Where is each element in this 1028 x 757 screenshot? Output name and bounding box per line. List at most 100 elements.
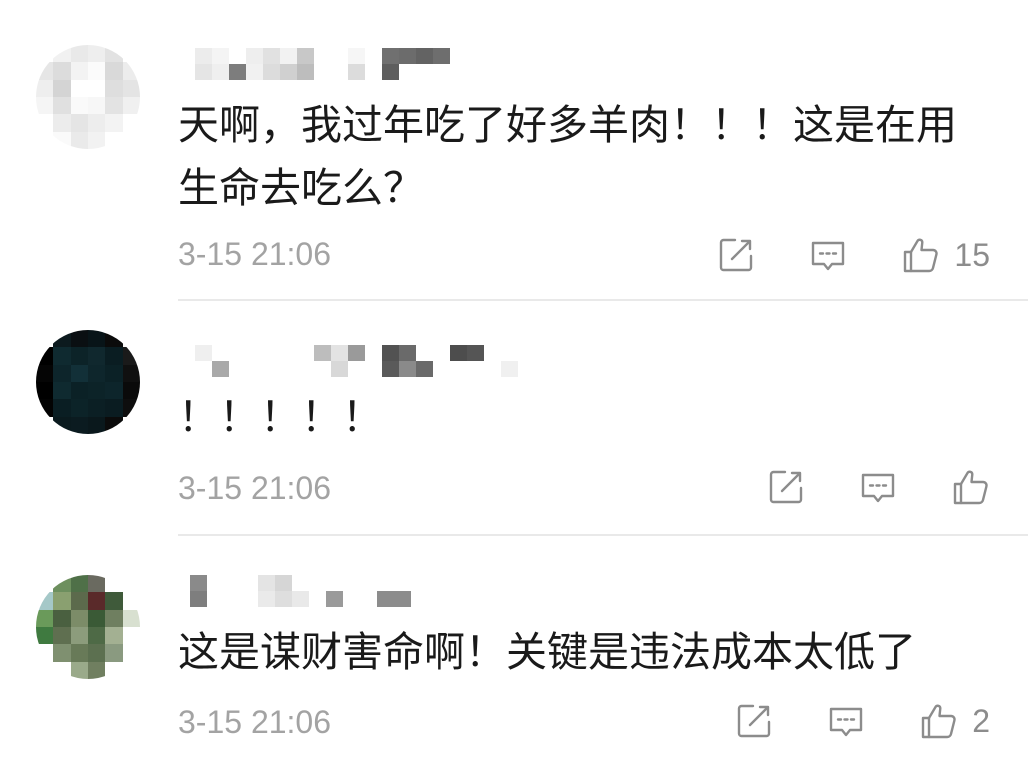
reply-button[interactable]: [808, 235, 848, 275]
mosaic-cell: [195, 48, 212, 64]
mosaic-cell: [87, 592, 106, 610]
comment-item: 这是谋财害命啊！关键是违法成本太低了 3-15 21:06 2: [0, 530, 1028, 750]
mosaic-cell: [212, 48, 229, 64]
username[interactable]: [190, 575, 428, 607]
mosaic-cell: [343, 591, 360, 607]
comment-text: ！！！！！: [178, 394, 383, 440]
timestamp: 3-15 21:06: [178, 236, 332, 272]
mosaic-cell: [195, 361, 212, 377]
mosaic-cell: [501, 345, 518, 361]
mosaic-cell: [70, 416, 88, 434]
mosaic-cell: [87, 575, 106, 593]
mosaic-cell: [105, 364, 123, 382]
mosaic-cell: [105, 592, 123, 610]
mosaic-cell: [309, 575, 326, 591]
mosaic-cell: [326, 591, 343, 607]
mosaic-cell: [87, 609, 106, 627]
comment-icon: [830, 707, 863, 737]
mosaic-cell: [365, 361, 382, 377]
mosaic-cell: [53, 575, 71, 593]
mosaic-cell: [360, 575, 377, 591]
comment-item: ！！！！！ 3-15 21:06: [0, 285, 1028, 537]
mosaic-cell: [70, 661, 88, 679]
share-button[interactable]: [766, 467, 806, 507]
like-button[interactable]: [950, 467, 990, 507]
mosaic-cell: [229, 48, 246, 64]
mosaic-cell: [36, 609, 54, 627]
mosaic-cell: [36, 62, 54, 80]
mosaic-cell: [241, 591, 258, 607]
mosaic-cell: [70, 131, 88, 149]
mosaic-cell: [263, 48, 280, 64]
mosaic-cell: [297, 64, 314, 80]
mosaic-cell: [411, 575, 428, 591]
mosaic-cell: [501, 361, 518, 377]
username[interactable]: [195, 345, 535, 377]
mosaic-cell: [314, 48, 331, 64]
mosaic-cell: [399, 345, 416, 361]
mosaic-cell: [122, 381, 140, 400]
avatar[interactable]: [36, 45, 140, 149]
mosaic-cell: [280, 64, 297, 80]
mosaic-cell: [53, 62, 71, 80]
mosaic-cell: [433, 361, 450, 377]
mosaic-cell: [297, 345, 314, 361]
mosaic-cell: [246, 64, 263, 80]
avatar[interactable]: [36, 575, 140, 679]
comment-icon: [812, 241, 845, 271]
mosaic-cell: [433, 345, 450, 361]
mosaic-cell: [87, 96, 106, 115]
mosaic-cell: [70, 364, 88, 382]
mosaic-cell: [258, 575, 275, 591]
mosaic-cell: [70, 626, 88, 645]
mosaic-cell: [377, 591, 394, 607]
mosaic-cell: [297, 48, 314, 64]
mosaic-cell: [365, 64, 382, 80]
mosaic-cell: [518, 345, 535, 361]
mosaic-cell: [326, 575, 343, 591]
mosaic-cell: [53, 330, 71, 348]
mosaic-cell: [416, 64, 433, 80]
comment-icon: [861, 473, 895, 503]
mosaic-cell: [122, 62, 140, 80]
avatar[interactable]: [36, 330, 140, 434]
like-button[interactable]: 2: [918, 701, 990, 741]
mosaic-cell: [416, 345, 433, 361]
mosaic-cell: [195, 345, 212, 361]
reply-button[interactable]: [826, 701, 866, 741]
reply-button[interactable]: [858, 467, 898, 507]
mosaic-cell: [416, 48, 433, 64]
mosaic-cell: [105, 96, 123, 115]
username[interactable]: [195, 48, 467, 80]
share-button[interactable]: [734, 701, 774, 741]
mosaic-cell: [53, 347, 71, 365]
mosaic-cell: [399, 48, 416, 64]
mosaic-cell: [360, 591, 377, 607]
mosaic-cell: [263, 345, 280, 361]
mosaic-cell: [87, 45, 106, 63]
mosaic-cell: [105, 399, 123, 417]
like-button[interactable]: 15: [900, 235, 990, 275]
mosaic-cell: [87, 416, 106, 434]
mosaic-cell: [297, 361, 314, 377]
mosaic-cell: [343, 575, 360, 591]
mosaic-cell: [87, 131, 106, 149]
mosaic-cell: [105, 644, 123, 662]
mosaic-cell: [53, 79, 71, 97]
mosaic-cell: [263, 361, 280, 377]
mosaic-cell: [258, 591, 275, 607]
share-button[interactable]: [716, 235, 756, 275]
mosaic-cell: [36, 114, 54, 132]
mosaic-cell: [122, 416, 140, 434]
mosaic-cell: [450, 361, 467, 377]
mosaic-cell: [382, 345, 399, 361]
mosaic-cell: [70, 381, 88, 400]
mosaic-cell: [331, 64, 348, 80]
share-icon: [720, 238, 753, 272]
mosaic-cell: [70, 347, 88, 365]
mosaic-cell: [331, 345, 348, 361]
comment-text: 这是谋财害命啊！关键是违法成本太低了: [178, 629, 916, 675]
mosaic-cell: [280, 48, 297, 64]
mosaic-cell: [314, 361, 331, 377]
mosaic-cell: [292, 591, 309, 607]
